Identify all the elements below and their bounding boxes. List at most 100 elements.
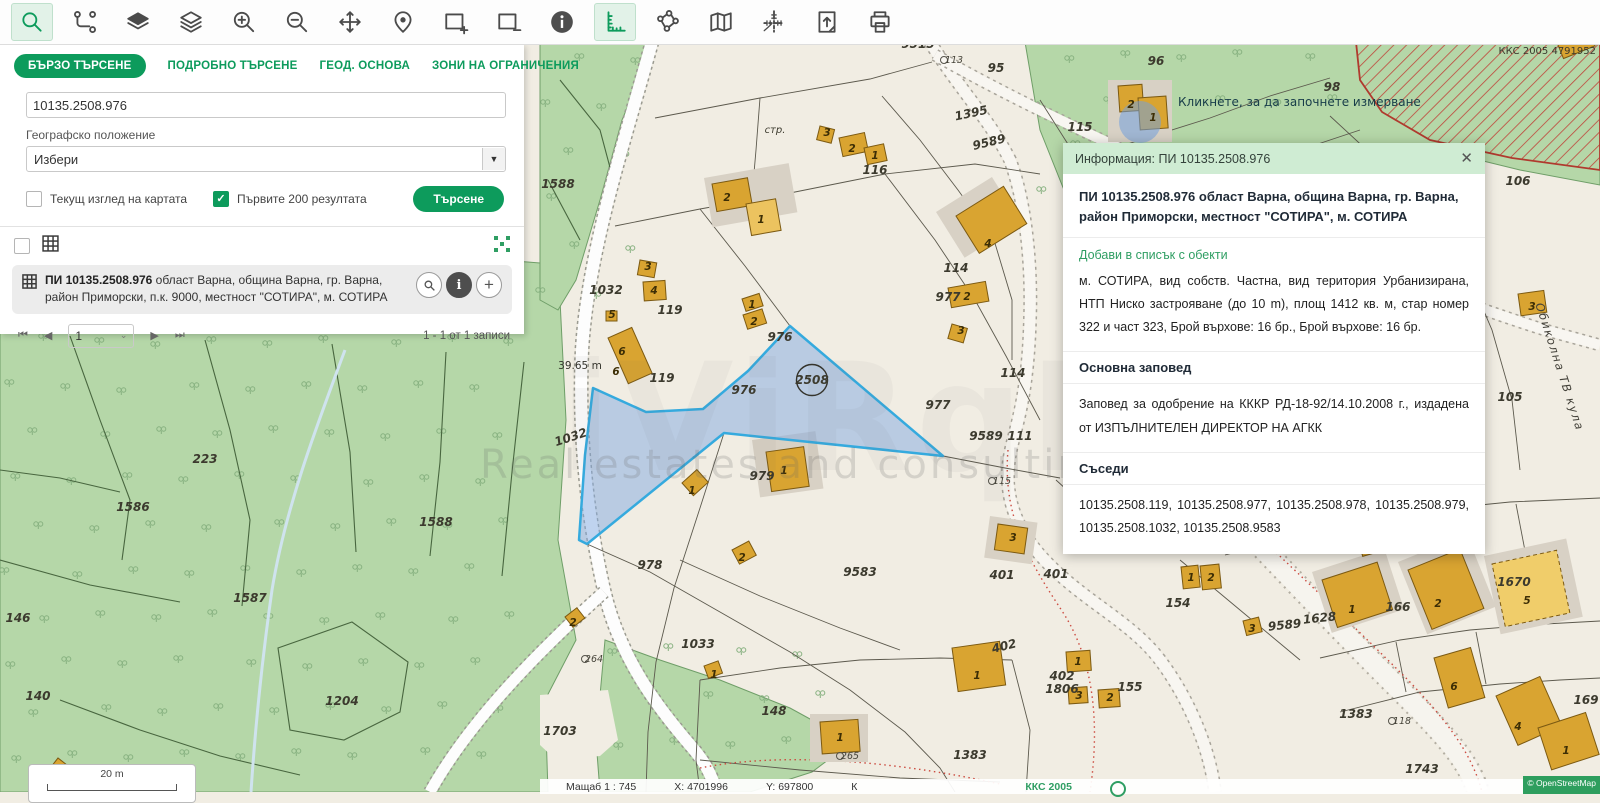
zoom-out-icon[interactable] <box>276 3 318 41</box>
svg-text:1: 1 <box>973 670 980 682</box>
svg-text:1032: 1032 <box>589 283 622 297</box>
result-info-icon[interactable]: i <box>446 272 472 298</box>
first-200-checkbox[interactable]: ✓ <box>213 191 229 207</box>
svg-text:223: 223 <box>192 452 217 466</box>
svg-text:2: 2 <box>723 192 730 204</box>
svg-text:4: 4 <box>649 285 657 297</box>
search-result-item[interactable]: ПИ 10135.2508.976 област Варна, община В… <box>12 265 512 314</box>
svg-text:402: 402 <box>1048 669 1074 683</box>
svg-text:2: 2 <box>1106 692 1113 704</box>
zoom-in-icon[interactable] <box>223 3 265 41</box>
route-icon[interactable] <box>64 3 106 41</box>
svg-text:2: 2 <box>963 291 970 303</box>
next-page-icon[interactable]: ▶ <box>150 329 158 342</box>
svg-text:1: 1 <box>871 150 878 162</box>
scale-bar-label: 20 m <box>100 768 123 780</box>
nodes-icon[interactable] <box>647 3 689 41</box>
svg-text:116: 116 <box>862 163 887 177</box>
svg-text:95: 95 <box>988 61 1005 75</box>
tab-restriction-zones[interactable]: ЗОНИ НА ОГРАНИЧЕНИЯ <box>432 60 579 72</box>
add-extent-icon[interactable] <box>435 3 477 41</box>
tab-quick-search[interactable]: БЪРЗО ТЪРСЕНЕ <box>14 54 146 78</box>
svg-text:114: 114 <box>943 261 968 275</box>
search-button[interactable]: Търсене <box>413 186 504 212</box>
svg-text:140: 140 <box>25 689 50 703</box>
prev-page-icon[interactable]: ◀ <box>44 329 52 342</box>
parcel-description: м. СОТИРА, вид собств. Частна, вид терит… <box>1063 264 1485 352</box>
result-zoom-icon[interactable] <box>416 272 442 298</box>
tab-detailed-search[interactable]: ПОДРОБНО ТЪРСЕНЕ <box>168 60 298 72</box>
svg-text:2: 2 <box>1434 598 1441 610</box>
crs-selector[interactable]: ККС 2005 <box>1025 781 1072 793</box>
locate-icon[interactable] <box>1110 781 1126 797</box>
info-icon[interactable] <box>541 3 583 41</box>
first-page-icon[interactable]: ⏮ <box>18 329 28 342</box>
chevron-down-icon[interactable]: ▼ <box>482 148 505 170</box>
search-input[interactable] <box>26 92 506 118</box>
measure-icon[interactable] <box>594 3 636 41</box>
svg-text:113: 113 <box>945 55 963 66</box>
coordinate-k: К <box>851 781 857 793</box>
svg-text:1: 1 <box>1187 572 1194 584</box>
parcel-full-title: ПИ 10135.2508.976 област Варна, община В… <box>1063 174 1485 238</box>
svg-text:2: 2 <box>750 316 757 328</box>
chevron-down-icon: ⌄ <box>120 330 128 341</box>
svg-text:105: 105 <box>1497 390 1522 404</box>
export-icon[interactable] <box>806 3 848 41</box>
svg-text:118: 118 <box>1393 716 1411 727</box>
select-all-checkbox[interactable] <box>14 238 30 254</box>
svg-text:9583: 9583 <box>843 565 876 579</box>
tab-geodetic-base[interactable]: ГЕОД. ОСНОВА <box>320 60 411 72</box>
svg-text:166: 166 <box>1385 600 1410 614</box>
last-page-icon[interactable]: ⏭ <box>175 329 185 342</box>
svg-text:ККС 2005 4791952: ККС 2005 4791952 <box>1498 46 1596 57</box>
coordinate-x: X: 4701996 <box>674 781 728 793</box>
svg-text:3: 3 <box>1075 690 1082 702</box>
search-icon[interactable] <box>11 3 53 41</box>
toolbar <box>0 0 1600 45</box>
page-select[interactable]: 1 ⌄ <box>68 324 134 348</box>
svg-text:401: 401 <box>988 568 1014 582</box>
layers-icon[interactable] <box>170 3 212 41</box>
svg-text:3: 3 <box>823 127 830 139</box>
neighbors-list: 10135.2508.119, 10135.2508.977, 10135.25… <box>1063 485 1485 554</box>
svg-text:1: 1 <box>748 299 755 311</box>
svg-text:169: 169 <box>1573 693 1598 707</box>
svg-text:1586: 1586 <box>116 500 149 514</box>
result-add-icon[interactable]: + <box>476 272 502 298</box>
svg-text:1743: 1743 <box>1405 762 1438 776</box>
current-view-checkbox[interactable] <box>26 191 42 207</box>
remove-extent-icon[interactable] <box>488 3 530 41</box>
layer-icon[interactable] <box>117 3 159 41</box>
svg-text:401: 401 <box>1042 567 1068 581</box>
svg-text:1: 1 <box>757 214 764 226</box>
geo-location-select[interactable]: Избери ▼ <box>26 146 506 172</box>
svg-text:265: 265 <box>841 751 859 762</box>
svg-text:1587: 1587 <box>233 591 267 605</box>
pan-icon[interactable] <box>329 3 371 41</box>
svg-text:115: 115 <box>1067 120 1092 134</box>
svg-text:1: 1 <box>836 732 843 744</box>
svg-text:1033: 1033 <box>681 637 714 651</box>
zoom-to-results-icon[interactable] <box>494 236 510 257</box>
page-number: 1 <box>75 329 82 343</box>
close-icon[interactable]: ✕ <box>1460 151 1473 166</box>
svg-text:98: 98 <box>1324 80 1341 94</box>
neighbors-section-heading: Съседи <box>1063 453 1485 485</box>
map-icon[interactable] <box>700 3 742 41</box>
geo-select-value: Избери <box>27 152 78 167</box>
svg-text:1588: 1588 <box>419 515 452 529</box>
svg-text:1: 1 <box>1074 656 1081 668</box>
svg-text:4: 4 <box>983 238 991 250</box>
search-tabs: БЪРЗО ТЪРСЕНЕ ПОДРОБНО ТЪРСЕНЕ ГЕОД. ОСН… <box>0 44 524 78</box>
add-to-list-link[interactable]: Добави в списък с обекти <box>1063 238 1485 264</box>
location-icon[interactable] <box>382 3 424 41</box>
popup-title-text: Информация: ПИ 10135.2508.976 <box>1075 152 1270 166</box>
svg-text:155: 155 <box>1117 680 1142 694</box>
osm-attribution[interactable]: © OpenStreetMap <box>1523 776 1600 794</box>
grid-icon <box>42 235 59 257</box>
axes-icon[interactable] <box>753 3 795 41</box>
print-icon[interactable] <box>859 3 901 41</box>
records-count: 1 - 1 от 1 записи <box>423 330 510 342</box>
svg-text:119: 119 <box>657 303 682 317</box>
